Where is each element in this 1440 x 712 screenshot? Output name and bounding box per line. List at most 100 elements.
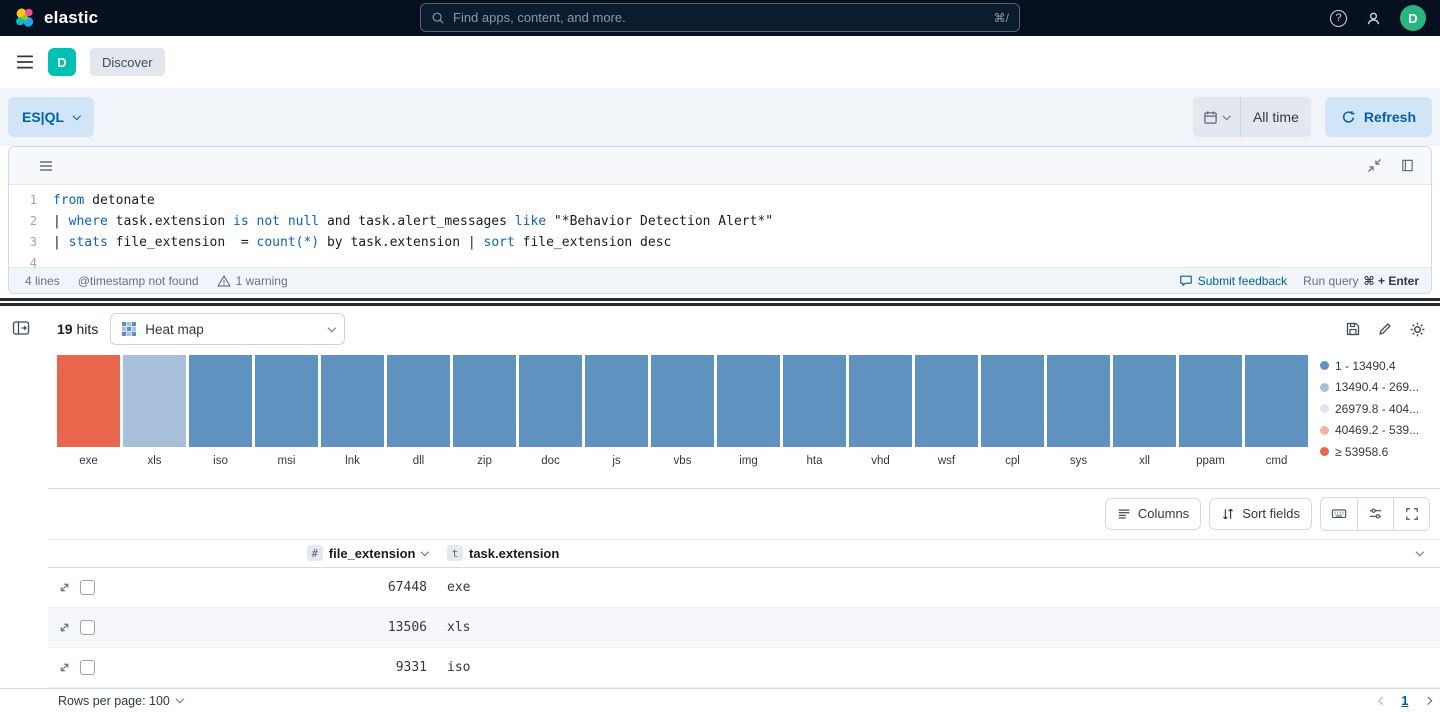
column-header-task-extension[interactable]: t task.extension (437, 545, 1400, 561)
expand-row-icon[interactable] (58, 621, 71, 634)
heat-cell-js[interactable] (585, 355, 648, 447)
chevron-down-icon[interactable] (420, 548, 428, 556)
editor-menu-icon[interactable] (39, 160, 53, 172)
heat-cell-vhd[interactable] (849, 355, 912, 447)
legend-dot (1320, 404, 1329, 413)
row-checkbox[interactable] (80, 580, 95, 595)
columns-icon (1117, 507, 1131, 521)
query-bar: ES|QL All time Refresh (0, 88, 1440, 146)
code-lines[interactable]: 1from detonate2| where task.extension is… (9, 185, 1431, 267)
cell-file-extension[interactable]: 13506 (104, 620, 437, 635)
heat-cell-iso[interactable] (189, 355, 252, 447)
code-text[interactable] (37, 253, 53, 267)
cell-task-extension[interactable]: xls (437, 620, 1400, 635)
heat-cell-vbs[interactable] (651, 355, 714, 447)
heat-cell-cpl[interactable] (981, 355, 1044, 447)
code-text[interactable]: | where task.extension is not null and t… (37, 211, 773, 232)
breadcrumb[interactable]: Discover (90, 48, 165, 76)
table-row: 67448exe (48, 568, 1440, 608)
panel-toggle-icon[interactable] (12, 320, 30, 336)
global-search[interactable]: ⌘/ (420, 3, 1020, 32)
row-checkbox[interactable] (80, 620, 95, 635)
heat-category-label: lnk (321, 455, 384, 467)
user-avatar[interactable]: D (1400, 5, 1426, 31)
heat-cell-xll[interactable] (1113, 355, 1176, 447)
heat-cell-dll[interactable] (387, 355, 450, 447)
legend-item[interactable]: 1 - 13490.4 (1320, 359, 1436, 373)
page-number[interactable]: 1 (1401, 693, 1408, 708)
users-icon[interactable] (1365, 10, 1382, 27)
keyboard-shortcuts-button[interactable] (1321, 498, 1357, 530)
rows-per-page-button[interactable]: Rows per page: 100 (58, 694, 182, 708)
heat-cell-msi[interactable] (255, 355, 318, 447)
heat-category-label: exe (57, 455, 120, 467)
columns-button[interactable]: Columns (1105, 498, 1201, 530)
shrink-icon[interactable] (1367, 158, 1382, 173)
heat-category-label: xll (1113, 455, 1176, 467)
elastic-logo-icon (14, 7, 36, 29)
heat-cell-xls[interactable] (123, 355, 186, 447)
resize-splitter[interactable] (0, 294, 1440, 310)
heat-cell-exe[interactable] (57, 355, 120, 447)
code-text[interactable]: | stats file_extension = count(*) by tas… (37, 232, 671, 253)
space-badge[interactable]: D (48, 48, 76, 76)
expand-row-icon[interactable] (58, 661, 71, 674)
code-text[interactable]: from detonate (37, 190, 155, 211)
global-header: elastic ⌘/ ? D (0, 0, 1440, 36)
grid-header-row: # file_extension t task.extension (48, 539, 1440, 568)
chevron-down-icon (176, 695, 184, 703)
heat-category-label: sys (1047, 455, 1110, 467)
search-input[interactable] (453, 10, 986, 25)
cell-task-extension[interactable]: iso (437, 660, 1400, 675)
viz-type-select[interactable]: Heat map (110, 313, 345, 345)
pagination-bar: Rows per page: 100 1 (0, 688, 1440, 712)
fullscreen-button[interactable] (1393, 498, 1429, 530)
time-range-picker[interactable]: All time (1193, 97, 1310, 137)
cell-file-extension[interactable]: 67448 (104, 580, 437, 595)
refresh-button[interactable]: Refresh (1325, 97, 1432, 137)
menu-icon[interactable] (16, 54, 34, 70)
heat-category-label: js (585, 455, 648, 467)
code-line: 3| stats file_extension = count(*) by ta… (9, 232, 1431, 253)
legend-item[interactable]: ≥ 53958.6 (1320, 445, 1436, 459)
expand-row-icon[interactable] (58, 581, 71, 594)
heat-cell-sys[interactable] (1047, 355, 1110, 447)
column-label: task.extension (469, 546, 559, 561)
display-options-button[interactable] (1357, 498, 1393, 530)
code-line: 2| where task.extension is not null and … (9, 211, 1431, 232)
save-icon[interactable] (1345, 321, 1361, 337)
submit-feedback-link[interactable]: Submit feedback (1179, 274, 1287, 288)
keyboard-icon (1331, 506, 1347, 521)
warning-item[interactable]: 1 warning (217, 274, 288, 288)
chevron-left-icon[interactable] (1379, 697, 1387, 705)
sort-fields-button[interactable]: Sort fields (1209, 498, 1312, 530)
time-range-label[interactable]: All time (1241, 97, 1311, 137)
gear-icon[interactable] (1409, 321, 1426, 338)
heat-cell-ppam[interactable] (1179, 355, 1242, 447)
heat-cell-hta[interactable] (783, 355, 846, 447)
docs-icon[interactable] (1400, 158, 1415, 173)
warning-label: 1 warning (236, 274, 288, 288)
column-header-file-extension[interactable]: # file_extension (104, 545, 437, 561)
heat-cell-wsf[interactable] (915, 355, 978, 447)
heat-cell-zip[interactable] (453, 355, 516, 447)
cell-file-extension[interactable]: 9331 (104, 660, 437, 675)
legend-item[interactable]: 26979.8 - 404... (1320, 402, 1436, 416)
cell-task-extension[interactable]: exe (437, 580, 1400, 595)
chevron-down-icon[interactable] (1416, 548, 1424, 556)
heat-category-label: zip (453, 455, 516, 467)
heat-cell-lnk[interactable] (321, 355, 384, 447)
legend-item[interactable]: 13490.4 - 269... (1320, 380, 1436, 394)
heat-cell-doc[interactable] (519, 355, 582, 447)
elastic-logo[interactable]: elastic (14, 7, 98, 29)
grid-options-group (1320, 497, 1430, 531)
legend-item[interactable]: 40469.2 - 539... (1320, 423, 1436, 437)
chevron-right-icon[interactable] (1423, 697, 1431, 705)
heat-cell-cmd[interactable] (1245, 355, 1308, 447)
edit-icon[interactable] (1377, 321, 1393, 337)
calendar-button[interactable] (1193, 97, 1241, 137)
heat-cell-img[interactable] (717, 355, 780, 447)
esql-mode-button[interactable]: ES|QL (8, 97, 94, 137)
help-icon[interactable]: ? (1330, 10, 1347, 27)
row-checkbox[interactable] (80, 660, 95, 675)
